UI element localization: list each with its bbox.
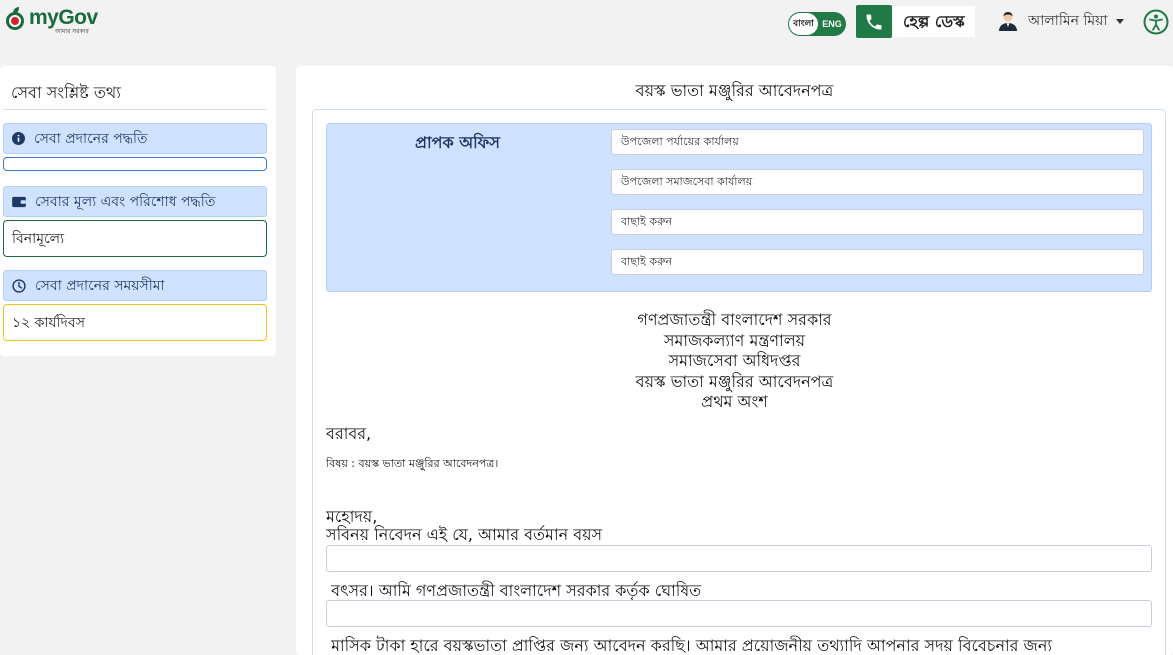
age-input[interactable] xyxy=(326,545,1152,572)
mygov-logo[interactable]: myGov আমার সরকার xyxy=(5,7,98,35)
clock-icon xyxy=(12,278,26,293)
service-cost-value: বিনামূল্যে xyxy=(3,220,267,257)
sidebar-title: সেবা সংশ্লিষ্ট তথ্য xyxy=(11,83,121,102)
service-info-panel: সেবা সংশ্লিষ্ট তথ্য সেবা প্রদানের পদ্ধতি… xyxy=(0,66,276,356)
top-header: myGov আমার সরকার বাংলা ENG হেল্প ডেস্ক আ… xyxy=(0,0,1173,46)
office-level-select[interactable]: উপজেলা পর্যায়ের কার্যালয় xyxy=(611,129,1144,155)
upazila-select[interactable]: বাছাই করুন xyxy=(611,249,1144,275)
heading-line: সমাজকল্যাণ মন্ত্রণালয় xyxy=(663,330,806,350)
user-avatar-icon xyxy=(999,12,1017,31)
section-service-cost[interactable]: সেবার মূল্য এবং পরিশোধ পদ্ধতি xyxy=(3,186,267,217)
section-service-duration[interactable]: সেবা প্রদানের সময়সীমা xyxy=(3,270,267,301)
form-heading-block: গণপ্রজাতন্ত্রী বাংলাদেশ সরকার সমাজকল্যাণ… xyxy=(296,310,1173,413)
logo-subtitle: আমার সরকার xyxy=(55,28,89,35)
section-service-method[interactable]: সেবা প্রদানের পদ্ধতি xyxy=(3,123,267,154)
language-toggle[interactable]: বাংলা ENG xyxy=(788,12,846,36)
divider xyxy=(3,109,267,110)
user-name: আলামিন মিয়া xyxy=(1028,13,1108,29)
receiving-office-label: প্রাপক অফিস xyxy=(415,133,500,152)
heading-line: সমাজসেবা অধিদপ্তর xyxy=(668,351,801,370)
form-title: বয়স্ক ভাতা মঞ্জুরির আবেদনপত্র xyxy=(635,81,834,100)
body-text-line3: মাসিক টাকা হারে বয়স্কভাতা প্রাপ্তির জন্… xyxy=(326,636,1053,655)
district-select[interactable]: বাছাই করুন xyxy=(611,209,1144,235)
section-heading: সেবা প্রদানের সময়সীমা xyxy=(35,277,165,294)
section-heading: সেবা প্রদানের পদ্ধতি xyxy=(34,130,148,147)
heading-line: গণপ্রজাতন্ত্রী বাংলাদেশ সরকার xyxy=(637,310,832,329)
receiving-office-section: প্রাপক অফিস উপজেলা পর্যায়ের কার্যালয় উ… xyxy=(326,123,1152,292)
mygov-logo-icon xyxy=(5,7,25,31)
logo-title: myGov xyxy=(29,6,98,29)
user-menu[interactable]: আলামিন মিয়া xyxy=(996,8,1124,34)
lang-english[interactable]: ENG xyxy=(819,12,845,36)
addressee-text: বরাবর, xyxy=(326,424,372,443)
subject-text: বিষয় : বয়স্ক ভাতা মঞ্জুরির আবেদনপত্র। xyxy=(326,457,499,470)
helpdesk-button[interactable]: হেল্প ডেস্ক xyxy=(856,5,975,38)
service-method-value xyxy=(3,157,267,171)
heading-line: বয়স্ক ভাতা মঞ্জুরির আবেদনপত্র xyxy=(635,371,834,391)
section-heading: সেবার মূল্য এবং পরিশোধ পদ্ধতি xyxy=(35,193,216,210)
lang-bangla[interactable]: বাংলা xyxy=(789,13,818,35)
service-duration-value: ১২ কার্যদিবস xyxy=(3,304,267,341)
wallet-icon xyxy=(12,196,26,207)
heading-line: প্রথম অংশ xyxy=(701,392,768,411)
chevron-down-icon xyxy=(1115,18,1124,24)
phone-icon xyxy=(856,5,892,38)
accessibility-icon[interactable] xyxy=(1143,9,1169,35)
info-icon xyxy=(12,132,25,145)
allowance-amount-input[interactable] xyxy=(326,600,1152,627)
helpdesk-label: হেল্প ডেস্ক xyxy=(893,6,975,37)
office-type-select[interactable]: উপজেলা সমাজসেবা কার্যালয় xyxy=(611,169,1144,195)
